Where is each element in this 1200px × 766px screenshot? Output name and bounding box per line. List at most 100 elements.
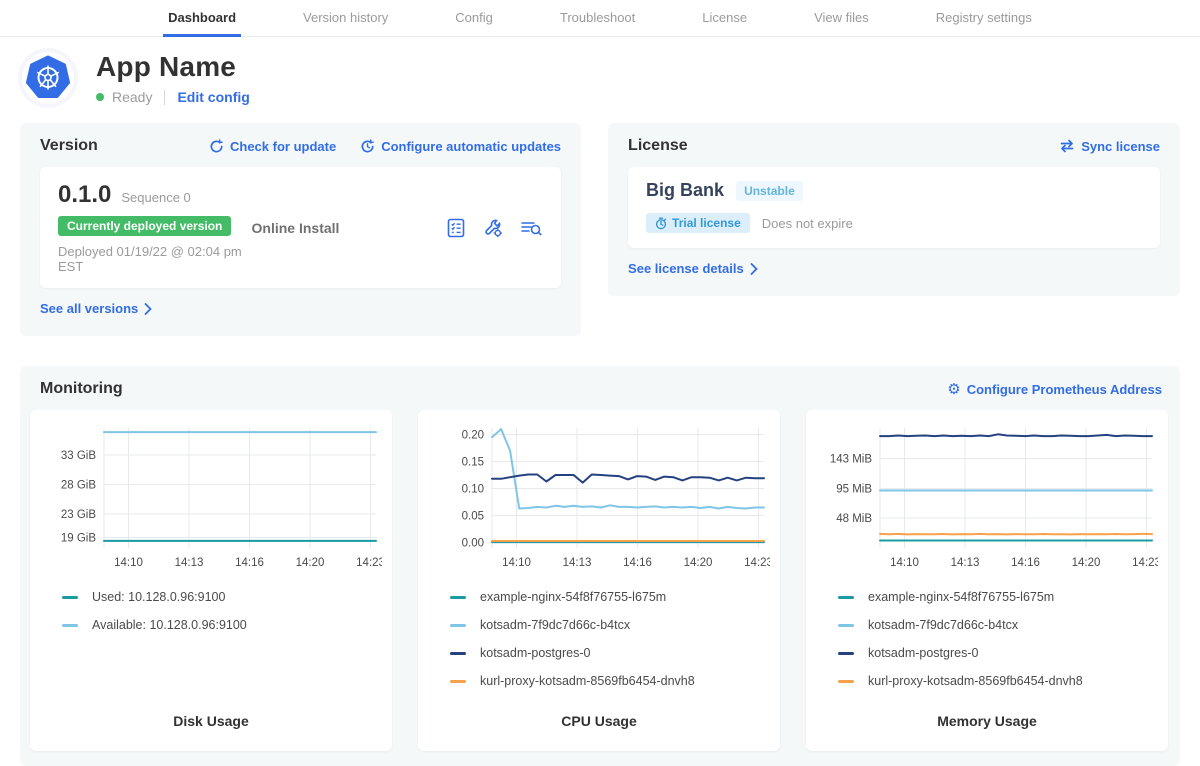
svg-text:0.20: 0.20 xyxy=(462,429,484,441)
legend-label: kotsadm-7f9dc7d66c-b4tcx xyxy=(868,618,1018,632)
svg-text:0.15: 0.15 xyxy=(462,457,484,469)
deployed-timestamp: Deployed 01/19/22 @ 02:04 pm EST xyxy=(58,244,252,274)
svg-text:23 GiB: 23 GiB xyxy=(61,509,96,521)
svg-text:143 MiB: 143 MiB xyxy=(830,454,873,466)
legend-label: kurl-proxy-kotsadm-8569fb6454-dnvh8 xyxy=(868,674,1083,688)
gear-icon: ⚙ xyxy=(947,382,960,397)
configure-prometheus-button[interactable]: ⚙ Configure Prometheus Address xyxy=(947,382,1162,397)
svg-text:14:13: 14:13 xyxy=(563,557,592,569)
disk-usage-chart-card: 14:1014:1314:1614:2014:2319 GiB23 GiB28 … xyxy=(30,410,392,751)
configure-automatic-updates-button[interactable]: Configure automatic updates xyxy=(360,139,561,154)
customer-name: Big Bank xyxy=(646,180,724,201)
svg-text:95 MiB: 95 MiB xyxy=(836,484,872,496)
divider xyxy=(164,90,165,105)
svg-text:14:20: 14:20 xyxy=(1072,557,1101,569)
legend-item: kotsadm-postgres-0 xyxy=(838,646,1158,660)
edit-config-version-button[interactable] xyxy=(482,217,504,239)
legend-item: kotsadm-postgres-0 xyxy=(450,646,770,660)
tab-license[interactable]: License xyxy=(697,0,752,37)
svg-text:14:20: 14:20 xyxy=(684,557,713,569)
svg-text:14:23: 14:23 xyxy=(356,557,382,569)
monitoring-section: Monitoring ⚙ Configure Prometheus Addres… xyxy=(20,366,1180,766)
svg-text:14:20: 14:20 xyxy=(296,557,325,569)
install-type-label: Online Install xyxy=(252,220,446,236)
expiry-label: Does not expire xyxy=(762,216,853,231)
legend-label: kotsadm-postgres-0 xyxy=(480,646,590,660)
legend-item: kotsadm-7f9dc7d66c-b4tcx xyxy=(450,618,770,632)
legend-color-dash xyxy=(838,596,854,599)
sync-icon xyxy=(1059,139,1075,153)
tab-config[interactable]: Config xyxy=(450,0,498,37)
chart-title: Memory Usage xyxy=(816,713,1158,733)
version-number: 0.1.0 xyxy=(58,181,111,209)
svg-text:14:23: 14:23 xyxy=(744,557,770,569)
tab-registry-settings[interactable]: Registry settings xyxy=(931,0,1037,37)
legend-color-dash xyxy=(62,596,78,599)
cpu-usage-chart-card: 14:1014:1314:1614:2014:230.000.050.100.1… xyxy=(418,410,780,751)
see-all-versions-link[interactable]: See all versions xyxy=(40,301,152,316)
memory-usage-chart-card: 14:1014:1314:1614:2014:2348 MiB95 MiB143… xyxy=(806,410,1168,751)
monitoring-section-title: Monitoring xyxy=(40,380,123,398)
chevron-right-icon xyxy=(144,303,152,315)
legend-color-dash xyxy=(62,624,78,627)
version-section-title: Version xyxy=(40,137,98,155)
edit-config-link[interactable]: Edit config xyxy=(177,89,249,105)
legend-label: Available: 10.128.0.96:9100 xyxy=(92,618,247,632)
legend-label: kurl-proxy-kotsadm-8569fb6454-dnvh8 xyxy=(480,674,695,688)
refresh-icon xyxy=(209,139,224,154)
check-for-update-button[interactable]: Check for update xyxy=(209,139,336,154)
tab-troubleshoot[interactable]: Troubleshoot xyxy=(555,0,640,37)
wrench-gear-icon xyxy=(482,217,504,239)
license-section-title: License xyxy=(628,137,688,155)
svg-text:48 MiB: 48 MiB xyxy=(836,513,872,525)
tab-dashboard[interactable]: Dashboard xyxy=(163,0,241,37)
svg-text:0.05: 0.05 xyxy=(462,511,484,523)
svg-text:19 GiB: 19 GiB xyxy=(61,532,96,544)
status-dot xyxy=(96,93,104,101)
legend-color-dash xyxy=(450,680,466,683)
disk-usage-legend: Used: 10.128.0.96:9100 Available: 10.128.… xyxy=(40,590,382,632)
page-title: App Name xyxy=(96,51,250,83)
chevron-right-icon xyxy=(750,263,758,275)
tab-view-files[interactable]: View files xyxy=(809,0,874,37)
memory-usage-legend: example-nginx-54f8f76755-l675m kotsadm-7f… xyxy=(816,590,1158,688)
trial-license-badge: Trial license xyxy=(646,213,750,233)
svg-text:14:10: 14:10 xyxy=(114,557,143,569)
svg-text:33 GiB: 33 GiB xyxy=(61,450,96,462)
svg-text:0.10: 0.10 xyxy=(462,484,484,496)
legend-color-dash xyxy=(838,652,854,655)
legend-color-dash xyxy=(450,624,466,627)
chart-title: Disk Usage xyxy=(40,713,382,733)
legend-item: Used: 10.128.0.96:9100 xyxy=(62,590,382,604)
view-deploy-logs-button[interactable] xyxy=(519,217,543,239)
channel-badge: Unstable xyxy=(736,181,803,201)
license-card: Big Bank Unstable Trial license Does not… xyxy=(628,167,1160,248)
tab-version-history[interactable]: Version history xyxy=(298,0,393,37)
checklist-icon xyxy=(445,217,467,239)
sync-license-button[interactable]: Sync license xyxy=(1059,139,1160,154)
svg-text:14:16: 14:16 xyxy=(623,557,652,569)
legend-label: example-nginx-54f8f76755-l675m xyxy=(480,590,666,604)
kubernetes-logo-icon xyxy=(22,52,74,104)
svg-text:0.00: 0.00 xyxy=(462,538,484,550)
version-section: Version Check for update Configure autom… xyxy=(20,123,581,336)
svg-text:14:10: 14:10 xyxy=(890,557,919,569)
status-badge: Ready xyxy=(112,89,152,105)
disk-usage-chart: 14:1014:1314:1614:2014:2319 GiB23 GiB28 … xyxy=(40,422,382,580)
svg-text:14:13: 14:13 xyxy=(951,557,980,569)
legend-item: example-nginx-54f8f76755-l675m xyxy=(838,590,1158,604)
legend-label: example-nginx-54f8f76755-l675m xyxy=(868,590,1054,604)
legend-item: kurl-proxy-kotsadm-8569fb6454-dnvh8 xyxy=(450,674,770,688)
legend-item: example-nginx-54f8f76755-l675m xyxy=(450,590,770,604)
clock-refresh-icon xyxy=(360,139,375,154)
chart-title: CPU Usage xyxy=(428,713,770,733)
legend-color-dash xyxy=(450,652,466,655)
top-navbar: Dashboard Version history Config Trouble… xyxy=(0,0,1200,37)
svg-text:14:16: 14:16 xyxy=(1011,557,1040,569)
see-license-details-link[interactable]: See license details xyxy=(628,261,758,276)
legend-color-dash xyxy=(450,596,466,599)
legend-item: kotsadm-7f9dc7d66c-b4tcx xyxy=(838,618,1158,632)
memory-usage-chart: 14:1014:1314:1614:2014:2348 MiB95 MiB143… xyxy=(816,422,1158,580)
svg-text:14:13: 14:13 xyxy=(175,557,204,569)
preflight-checks-button[interactable] xyxy=(445,217,467,239)
